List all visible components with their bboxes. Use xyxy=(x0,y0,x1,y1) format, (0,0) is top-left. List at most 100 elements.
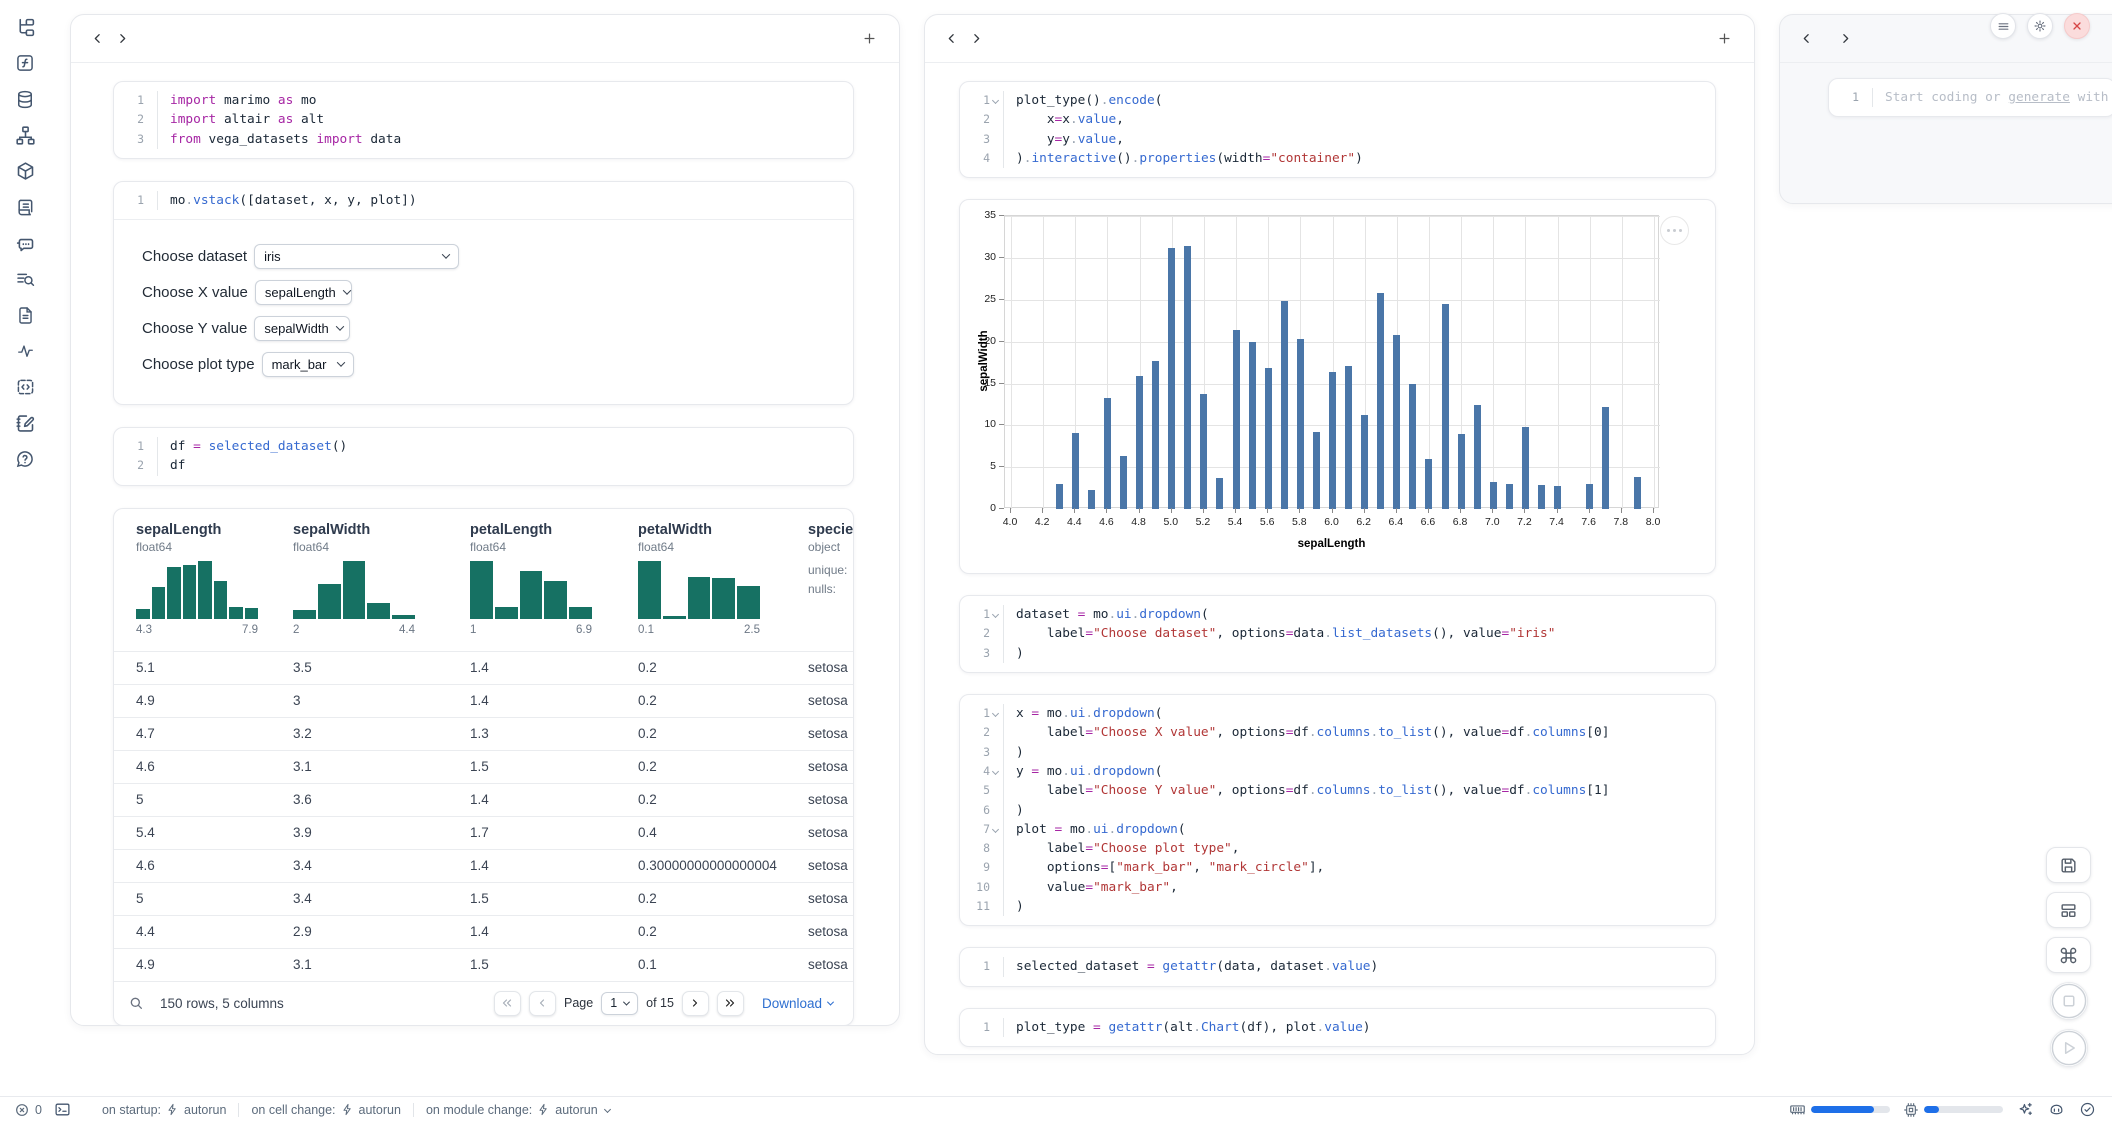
fold-chevron-icon[interactable] xyxy=(990,820,1001,839)
y-value-select[interactable]: sepalWidth xyxy=(254,316,350,341)
mode-value: autorun xyxy=(555,1103,597,1117)
gridline-vertical xyxy=(1011,216,1012,509)
fold-gutter xyxy=(990,130,1001,149)
code-cell-dataset-dropdown[interactable]: 1dataset = mo.ui.dropdown(2 label="Choos… xyxy=(959,595,1716,673)
next-page-button[interactable] xyxy=(682,991,709,1016)
fold-chevron-icon[interactable] xyxy=(990,762,1001,781)
table-cell: 3.4 xyxy=(271,858,448,873)
prev-page-button[interactable] xyxy=(529,991,556,1016)
terminal-icon[interactable] xyxy=(54,1099,72,1121)
column-next-icon[interactable] xyxy=(1833,28,1858,49)
on-startup-mode[interactable]: on startup: autorun xyxy=(102,1103,226,1117)
help-icon[interactable] xyxy=(13,448,37,470)
table-cell: setosa xyxy=(786,891,854,906)
axis-tick xyxy=(999,424,1004,425)
chart-bar xyxy=(1474,405,1481,510)
add-cell-icon[interactable] xyxy=(856,27,883,50)
column-next-icon[interactable] xyxy=(110,28,135,49)
status-bar: 0 on startup: autorun on cell change: au… xyxy=(0,1096,2112,1122)
axis-tick xyxy=(1203,508,1204,513)
hierarchy-icon[interactable] xyxy=(13,124,37,146)
on-cell-change-mode[interactable]: on cell change: autorun xyxy=(251,1103,401,1117)
line-number: 5 xyxy=(966,781,990,800)
download-label: Download xyxy=(762,996,822,1011)
column-prev-icon[interactable] xyxy=(1794,28,1819,49)
x-tick-label: 6.6 xyxy=(1413,516,1443,528)
plot-type-select[interactable]: mark_bar xyxy=(262,352,354,377)
close-button[interactable] xyxy=(2064,13,2090,39)
code-line: 8 label="Choose plot type", xyxy=(966,839,1705,858)
chart-bar xyxy=(1088,490,1095,509)
chevron-down-icon xyxy=(623,998,630,1005)
y-tick-label: 5 xyxy=(974,460,996,472)
command-palette-button[interactable] xyxy=(2046,937,2091,973)
histogram-bar xyxy=(214,581,228,619)
search-icon[interactable] xyxy=(128,995,144,1011)
code-line: 10 value="mark_bar", xyxy=(966,878,1705,897)
code-cell-xy-plot-dropdowns[interactable]: 1x = mo.ui.dropdown(2 label="Choose X va… xyxy=(959,694,1716,926)
dataset-select[interactable]: iris xyxy=(254,244,459,269)
axis-tick xyxy=(1653,508,1654,513)
column-next-icon[interactable] xyxy=(964,28,989,49)
x-tick-label: 5.4 xyxy=(1220,516,1250,528)
x-value-select[interactable]: sepalLength xyxy=(255,280,352,305)
last-page-button[interactable] xyxy=(717,991,744,1016)
code-cell-imports[interactable]: 1import marimo as mo2import altair as al… xyxy=(113,81,854,159)
code-cell-plot-type[interactable]: 1plot_type = getattr(alt.Chart(df), plot… xyxy=(959,1008,1716,1047)
ai-sparkles-icon[interactable] xyxy=(2016,1099,2034,1121)
document-icon[interactable] xyxy=(13,304,37,326)
table-cell: setosa xyxy=(786,858,854,873)
code-cell-selected-dataset[interactable]: 1selected_dataset = getattr(data, datase… xyxy=(959,947,1716,986)
run-button[interactable] xyxy=(2050,1029,2088,1067)
settings-gear-button[interactable] xyxy=(2027,13,2053,39)
database-icon[interactable] xyxy=(13,88,37,110)
code-line: 2 x=x.value, xyxy=(966,110,1705,129)
chat-bot-icon[interactable] xyxy=(13,232,37,254)
connection-status-icon[interactable] xyxy=(2078,1099,2096,1121)
chart-menu-button[interactable] xyxy=(1660,216,1689,245)
download-button[interactable]: Download xyxy=(762,996,833,1011)
menu-button[interactable] xyxy=(1990,13,2016,39)
code-cell-df[interactable]: 1df = selected_dataset()2df xyxy=(113,427,854,486)
histogram-bar xyxy=(520,571,543,619)
code-cell-plot[interactable]: 1plot_type().encode(2 x=x.value,3 y=y.va… xyxy=(959,81,1716,178)
package-icon[interactable] xyxy=(13,160,37,182)
on-module-change-mode[interactable]: on module change: autorun xyxy=(426,1103,610,1117)
function-square-icon[interactable] xyxy=(13,52,37,74)
search-list-icon[interactable] xyxy=(13,268,37,290)
chart-plot-area[interactable] xyxy=(1004,215,1659,508)
fold-chevron-icon[interactable] xyxy=(990,704,1001,723)
y-tick-label: 35 xyxy=(974,209,996,221)
file-tree-icon[interactable] xyxy=(13,16,37,38)
fold-chevron-icon[interactable] xyxy=(990,605,1001,624)
chart-bar xyxy=(1554,486,1561,509)
new-cell-editor[interactable]: 1Start coding or generate with xyxy=(1828,78,2112,117)
x-tick-label: 6.0 xyxy=(1317,516,1347,528)
y-tick-label: 15 xyxy=(974,377,996,389)
column-dtype: float64 xyxy=(293,539,448,556)
code-editor-vstack[interactable]: 1mo.vstack([dataset, x, y, plot]) xyxy=(114,182,853,219)
stop-button[interactable] xyxy=(2050,982,2088,1020)
table-column-header: petalLengthfloat6416.9 xyxy=(448,521,616,651)
copilot-icon[interactable] xyxy=(2047,1099,2065,1121)
activity-icon[interactable] xyxy=(13,340,37,362)
fold-chevron-icon[interactable] xyxy=(990,91,1001,110)
column-prev-icon[interactable] xyxy=(939,28,964,49)
script-icon[interactable] xyxy=(13,196,37,218)
column-prev-icon[interactable] xyxy=(85,28,110,49)
layout-toggle-button[interactable] xyxy=(2046,892,2091,928)
add-cell-icon[interactable] xyxy=(1711,27,1738,50)
line-number: 8 xyxy=(966,839,990,858)
error-indicator[interactable]: 0 xyxy=(14,1102,42,1118)
page-select[interactable]: 1 xyxy=(601,992,638,1015)
code-line: 3from vega_datasets import data xyxy=(120,130,843,149)
first-page-button[interactable] xyxy=(494,991,521,1016)
scratchpad-icon[interactable] xyxy=(13,412,37,434)
fold-gutter xyxy=(144,191,155,210)
dropdown-row-y: Choose Y value sepalWidth xyxy=(142,310,853,346)
code-snippet-icon[interactable] xyxy=(13,376,37,398)
save-button[interactable] xyxy=(2046,847,2091,883)
altair-chart-output: sepalLength sepalWidth 4.04.24.44.64.85.… xyxy=(959,199,1716,574)
code-line: 4y = mo.ui.dropdown( xyxy=(966,762,1705,781)
dropdown-row-plot-type: Choose plot type mark_bar xyxy=(142,346,853,382)
